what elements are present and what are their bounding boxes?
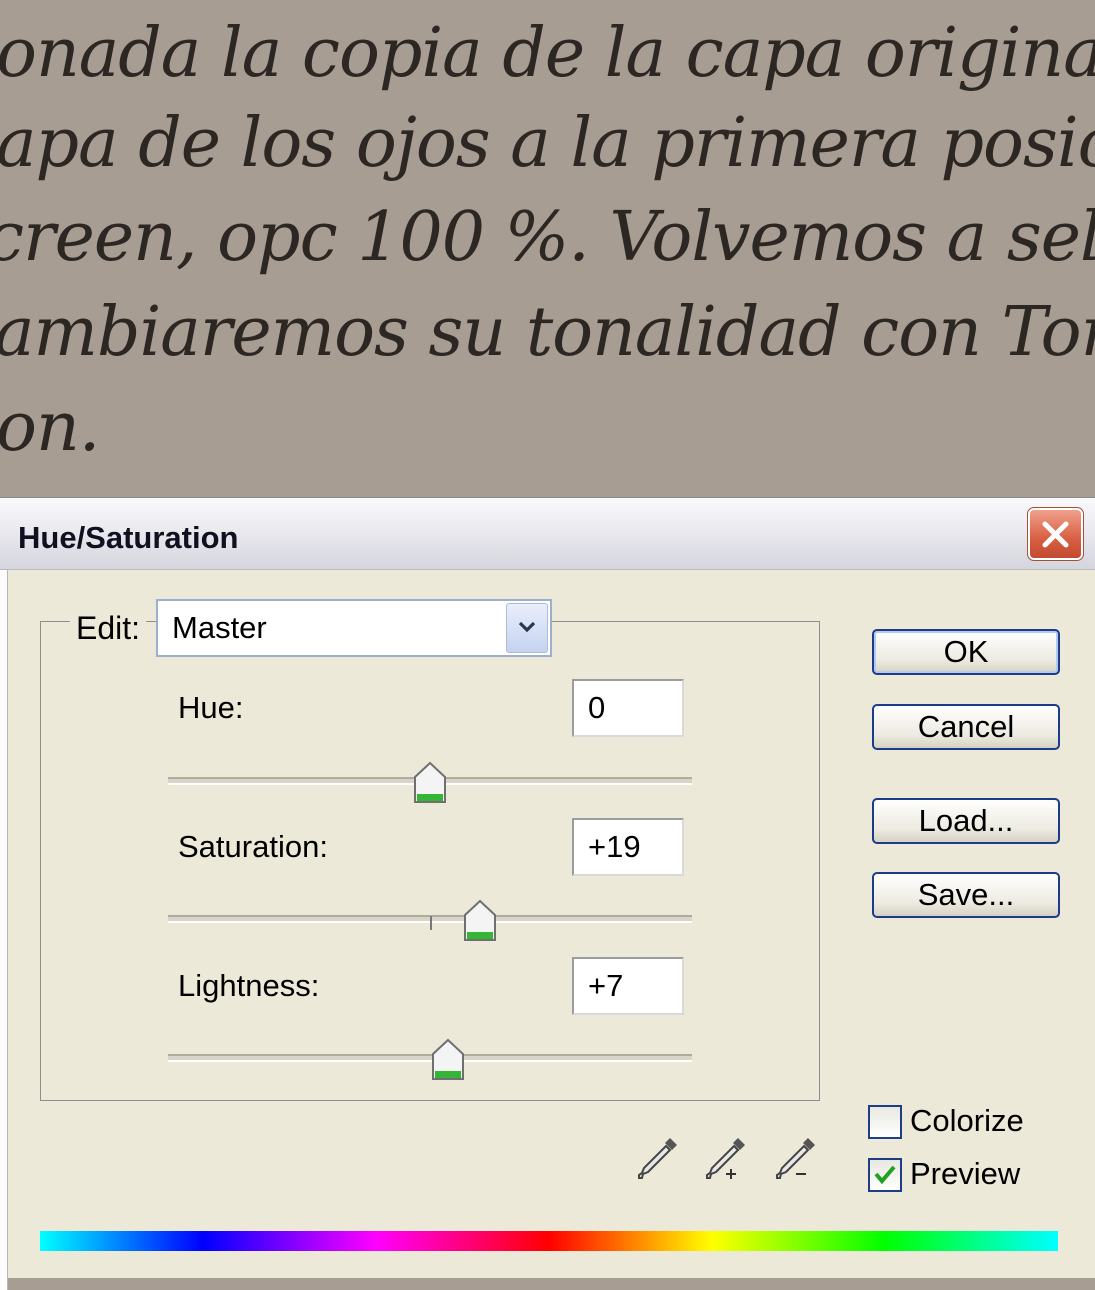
hue-value: 0 — [588, 690, 606, 725]
saturation-slider-thumb[interactable] — [463, 899, 497, 943]
colorize-label: Colorize — [910, 1103, 1024, 1138]
eyedropper-minus-icon[interactable] — [772, 1134, 818, 1184]
saturation-label: Saturation: — [178, 829, 328, 864]
lightness-label: Lightness: — [178, 968, 320, 1003]
eyedropper-icon[interactable] — [634, 1134, 680, 1184]
tutorial-line: creen, opc 100 %. Volvemos a seleccionar… — [0, 198, 1095, 277]
close-x-icon — [1042, 521, 1069, 548]
cancel-button[interactable]: Cancel — [872, 704, 1060, 750]
tutorial-line: apa de los ojos a la primera posicion. M… — [0, 104, 1095, 183]
hue-input[interactable]: 0 — [572, 679, 684, 737]
lightness-slider-track[interactable] — [168, 1054, 692, 1062]
close-button[interactable] — [1027, 507, 1084, 561]
dialog-title: Hue/Saturation — [18, 520, 239, 555]
tutorial-line: on. — [0, 388, 100, 467]
hue-slider-thumb[interactable] — [413, 761, 447, 805]
edit-groupbox — [40, 621, 820, 1101]
ok-button[interactable]: OK — [872, 629, 1060, 675]
chevron-down-icon — [518, 621, 536, 633]
lightness-value: +7 — [588, 968, 624, 1003]
eyedropper-plus-icon[interactable] — [702, 1134, 748, 1184]
edit-label: Edit: — [70, 608, 147, 648]
preview-checkbox[interactable] — [868, 1158, 902, 1192]
dropdown-button[interactable] — [506, 603, 548, 653]
lightness-input[interactable]: +7 — [572, 957, 684, 1015]
checkmark-icon — [874, 1165, 896, 1185]
lightness-slider-thumb[interactable] — [431, 1038, 465, 1082]
window-border — [0, 570, 8, 1290]
save-button[interactable]: Save... — [872, 872, 1060, 918]
edit-select-value: Master — [172, 610, 267, 645]
tutorial-text: onada la copia de la capa original. Pasa… — [0, 0, 1095, 500]
color-spectrum-bar — [40, 1231, 1058, 1251]
colorize-checkbox[interactable] — [868, 1105, 902, 1139]
saturation-value: +19 — [588, 829, 641, 864]
tutorial-line: ambiaremos su tonalidad con Tono y Satur… — [0, 293, 1095, 372]
preview-label: Preview — [910, 1156, 1021, 1191]
title-bar[interactable]: Hue/Saturation — [0, 498, 1095, 570]
tutorial-line: onada la copia de la capa original. Pasa… — [0, 14, 1095, 93]
edit-channel-select[interactable]: Master — [156, 599, 552, 657]
hue-label: Hue: — [178, 690, 244, 725]
load-button[interactable]: Load... — [872, 798, 1060, 844]
hue-saturation-dialog: Hue/Saturation Edit: Master Hue: 0 Satur… — [0, 497, 1095, 1290]
saturation-input[interactable]: +19 — [572, 818, 684, 876]
center-tick — [430, 916, 432, 930]
